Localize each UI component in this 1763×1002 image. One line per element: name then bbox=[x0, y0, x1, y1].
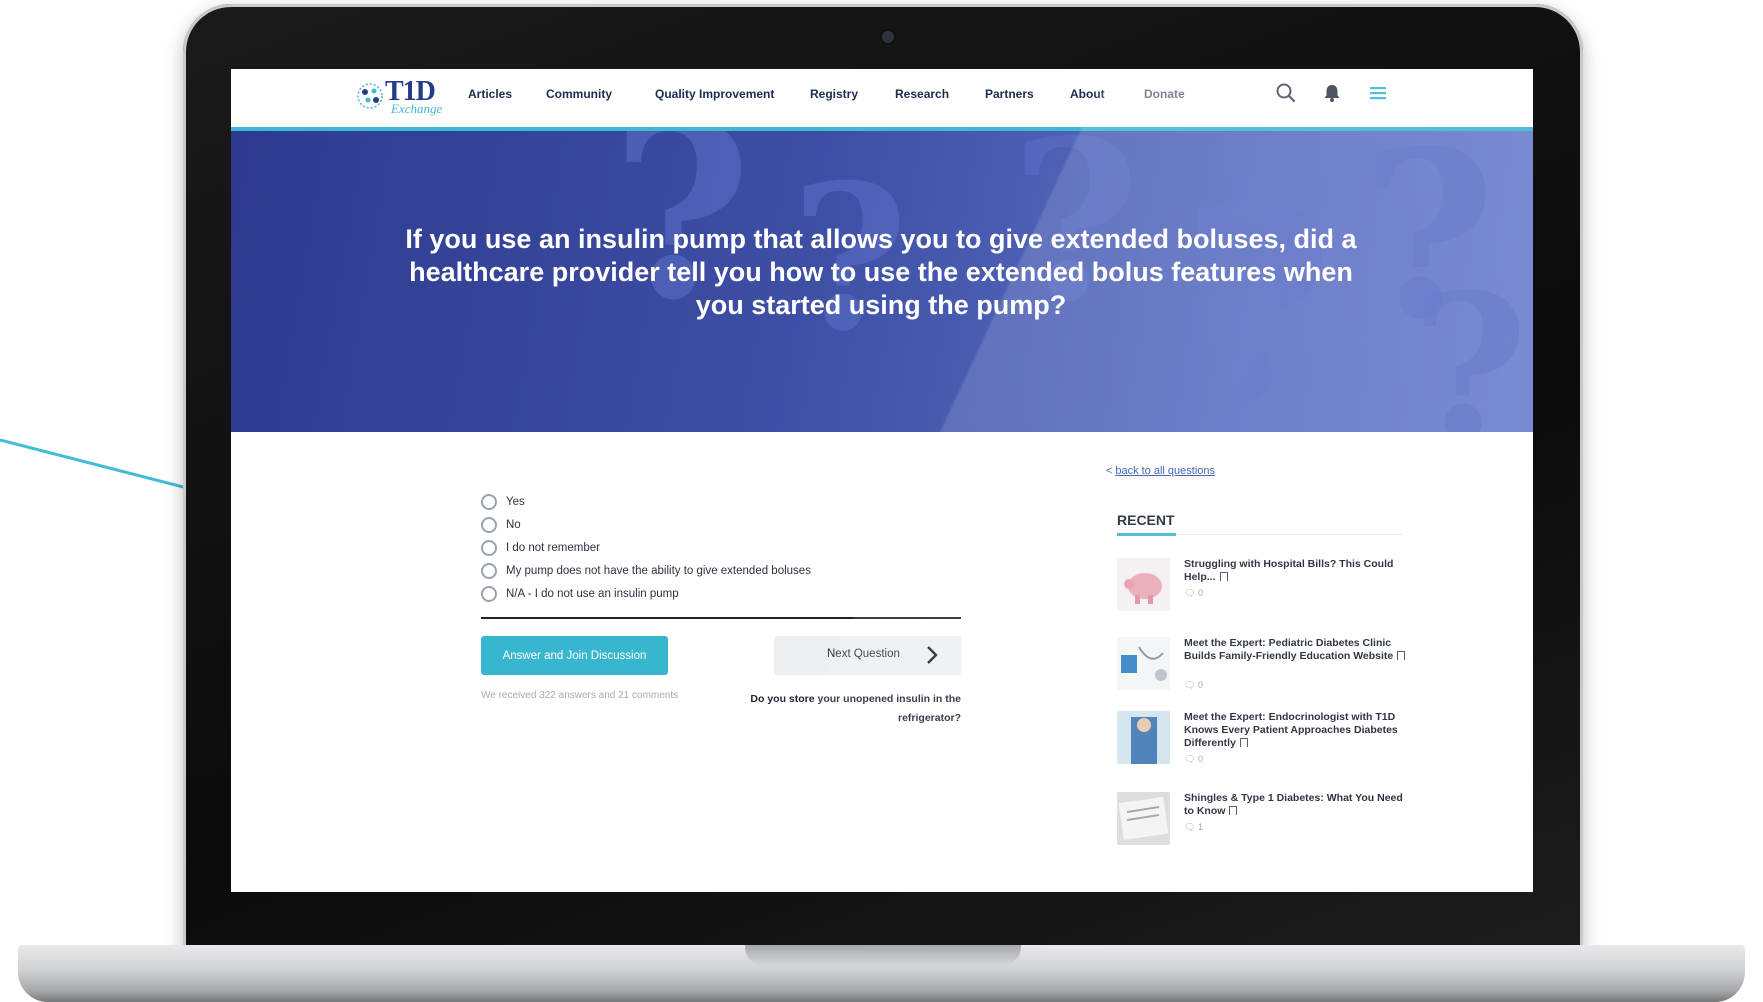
recent-item[interactable]: Struggling with Hospital Bills? This Cou… bbox=[1117, 558, 1407, 638]
question-title-line: healthcare provider tell you how to use … bbox=[409, 257, 1353, 287]
nav-donate[interactable]: Donate bbox=[1144, 87, 1185, 101]
next-question-button[interactable]: Next Question bbox=[774, 636, 961, 675]
option-no-extended-bolus[interactable]: My pump does not have the ability to giv… bbox=[481, 559, 811, 582]
comment-count: 🗨 0 bbox=[1184, 588, 1203, 598]
comment-count: 🗨 0 bbox=[1184, 754, 1203, 764]
comment-count-value: 1 bbox=[1197, 822, 1203, 832]
back-to-questions-link[interactable]: back to all questions bbox=[1115, 465, 1215, 477]
recent-heading: RECENT bbox=[1117, 512, 1175, 528]
comment-count: 🗨 0 bbox=[1184, 680, 1203, 690]
doctor-thumbnail bbox=[1117, 711, 1170, 764]
laptop-screen: T1D Exchange Articles Community Quality … bbox=[231, 69, 1533, 892]
recent-item-title: Struggling with Hospital Bills? This Cou… bbox=[1184, 558, 1406, 584]
medical-form-thumbnail bbox=[1117, 792, 1170, 845]
bookmark-icon[interactable] bbox=[1219, 572, 1228, 581]
radio-button[interactable] bbox=[481, 562, 497, 579]
recent-item-title: Shingles & Type 1 Diabetes: What You Nee… bbox=[1184, 792, 1406, 818]
next-question-text: Do you store your unopened insulin in th… bbox=[750, 693, 961, 705]
next-question-label: Next Question bbox=[827, 648, 900, 660]
recent-item-title: Meet the Expert: Pediatric Diabetes Clin… bbox=[1184, 637, 1406, 663]
recent-item-title-text: Struggling with Hospital Bills? This Cou… bbox=[1184, 558, 1394, 583]
back-link: < back to all questions bbox=[855, 465, 1215, 477]
comment-count: 🗨 1 bbox=[1184, 822, 1203, 832]
logo-dots-icon bbox=[357, 83, 383, 109]
option-do-not-remember[interactable]: I do not remember bbox=[481, 536, 811, 559]
recent-item-title-text: Meet the Expert: Endocrinologist with T1… bbox=[1184, 711, 1398, 749]
comment-count-value: 0 bbox=[1197, 680, 1203, 690]
search-icon[interactable] bbox=[1275, 82, 1297, 104]
option-no[interactable]: No bbox=[481, 513, 811, 536]
laptop-notch bbox=[745, 945, 1021, 965]
recent-heading-rule bbox=[1176, 534, 1403, 535]
site-logo[interactable]: T1D Exchange bbox=[355, 75, 443, 117]
radio-button[interactable] bbox=[481, 539, 497, 556]
recent-item-title-text: Meet the Expert: Pediatric Diabetes Clin… bbox=[1184, 637, 1394, 662]
bookmark-icon[interactable] bbox=[1229, 806, 1238, 815]
recent-item[interactable]: Meet the Expert: Pediatric Diabetes Clin… bbox=[1117, 637, 1407, 717]
radio-button[interactable] bbox=[481, 493, 497, 510]
next-question-link[interactable]: Do you store your unopened insulin in th… bbox=[721, 690, 961, 728]
radio-button[interactable] bbox=[481, 516, 497, 533]
recent-item-title: Meet the Expert: Endocrinologist with T1… bbox=[1184, 711, 1406, 750]
nav-partners[interactable]: Partners bbox=[985, 87, 1034, 101]
comment-count-value: 0 bbox=[1197, 754, 1203, 764]
nav-registry[interactable]: Registry bbox=[810, 87, 858, 101]
option-not-applicable[interactable]: N/A - I do not use an insulin pump bbox=[481, 582, 811, 605]
nav-community[interactable]: Community bbox=[546, 87, 612, 101]
back-link-prefix: < bbox=[1105, 465, 1116, 477]
question-title-line: you started using the pump? bbox=[695, 290, 1067, 320]
question-title-line: If you use an insulin pump that allows y… bbox=[405, 224, 1357, 254]
chevron-right-icon bbox=[927, 646, 938, 664]
nav-quality-improvement[interactable]: Quality Improvement bbox=[655, 87, 774, 101]
answer-join-discussion-button[interactable]: Answer and Join Discussion bbox=[481, 636, 668, 675]
comment-count-value: 0 bbox=[1197, 588, 1203, 598]
recent-item-title-text: Shingles & Type 1 Diabetes: What You Nee… bbox=[1184, 792, 1403, 817]
menu-icon[interactable] bbox=[1367, 82, 1389, 104]
bookmark-icon[interactable] bbox=[1239, 738, 1248, 747]
answer-options: Yes No I do not remember My pump does no… bbox=[481, 490, 811, 605]
bookmark-icon[interactable] bbox=[1397, 651, 1406, 660]
nav-research[interactable]: Research bbox=[895, 87, 949, 101]
option-label: My pump does not have the ability to giv… bbox=[506, 564, 811, 577]
radio-button[interactable] bbox=[481, 585, 497, 602]
piggy-bank-thumbnail bbox=[1117, 558, 1170, 611]
stethoscope-thumbnail bbox=[1117, 637, 1170, 690]
webcam bbox=[880, 29, 896, 45]
option-label: N/A - I do not use an insulin pump bbox=[506, 587, 679, 600]
answer-stats: We received 322 answers and 21 comments bbox=[481, 690, 679, 701]
recent-item[interactable]: Meet the Expert: Endocrinologist with T1… bbox=[1117, 711, 1407, 791]
recent-item[interactable]: Shingles & Type 1 Diabetes: What You Nee… bbox=[1117, 792, 1407, 872]
bell-icon[interactable] bbox=[1321, 82, 1343, 104]
nav-articles[interactable]: Articles bbox=[468, 87, 512, 101]
nav-about[interactable]: About bbox=[1070, 87, 1105, 101]
hero-banner: ? ? ? ? ? ? If you use an insulin pump t… bbox=[231, 131, 1533, 432]
next-question-text: refrigerator? bbox=[897, 712, 961, 724]
option-label: Yes bbox=[506, 495, 525, 508]
question-title: If you use an insulin pump that allows y… bbox=[331, 223, 1431, 322]
option-label: No bbox=[506, 518, 521, 531]
divider bbox=[481, 617, 961, 619]
option-label: I do not remember bbox=[506, 541, 600, 554]
recent-heading-underline bbox=[1117, 533, 1176, 536]
logo-subtext: Exchange bbox=[391, 101, 443, 116]
option-yes[interactable]: Yes bbox=[481, 490, 811, 513]
site-header: T1D Exchange Articles Community Quality … bbox=[231, 69, 1533, 131]
